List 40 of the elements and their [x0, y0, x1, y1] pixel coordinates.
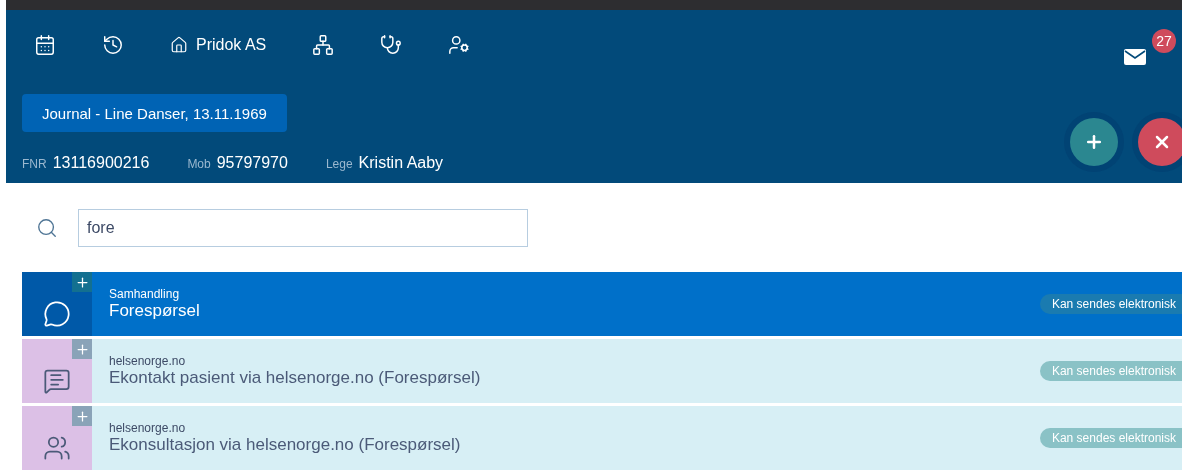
field-label: Mob: [187, 157, 211, 171]
close-button[interactable]: [1138, 118, 1182, 166]
people-icon: [43, 434, 71, 462]
calendar-icon: [34, 34, 56, 56]
search-field[interactable]: fore: [78, 208, 528, 247]
field-value: 95797970: [216, 154, 288, 171]
field-value: 13116900216: [52, 154, 150, 171]
stethoscope-icon: [380, 34, 403, 56]
chat-lines-icon: [43, 367, 71, 395]
user-gear-icon: [448, 34, 471, 56]
result-title: Ekonsultasjon via helsenorge.no (Forespørsel): [109, 435, 462, 455]
home-button[interactable]: Pridok AS: [158, 27, 279, 63]
field-label: FNR: [22, 157, 47, 171]
status-tag: Kan sendes elektronisk: [1039, 294, 1182, 314]
result-title: Ekontakt pasient via helsenorge.no (Forespørsel): [109, 368, 482, 388]
category-label: helsenorge.no: [109, 354, 187, 368]
field-value: Kristin Aaby: [358, 154, 444, 171]
plus-icon: [1084, 132, 1104, 152]
mail-icon[interactable]: [1124, 49, 1146, 65]
history-icon: [102, 34, 124, 56]
plus-icon: [74, 274, 90, 290]
result-row[interactable]: helsenorge.no Ekonsultasjon via helsenorge.no (Forespørsel) Kan sendes elektronisk: [22, 406, 1182, 470]
result-row[interactable]: helsenorge.no Ekontakt pasient via helsenorge.no (Forespørsel) Kan sendes elektronisk: [22, 339, 1182, 403]
house-icon: [170, 36, 188, 54]
speech-bubble-icon: [43, 300, 71, 328]
unread-count: 27: [1152, 29, 1176, 53]
category-label: Samhandling: [109, 287, 181, 301]
result-title: Forespørsel: [109, 301, 201, 321]
hierarchy-icon: [312, 34, 335, 56]
plus-icon: [74, 408, 90, 424]
result-row[interactable]: Samhandling Forespørsel Kan sendes elektronisk: [22, 272, 1182, 336]
field-label: Lege: [325, 157, 353, 171]
plus-icon: [74, 341, 90, 357]
add-button[interactable]: [1070, 118, 1118, 166]
status-tag: Kan sendes elektronisk: [1039, 428, 1182, 448]
category-label: helsenorge.no: [109, 421, 187, 435]
add-button[interactable]: [72, 272, 92, 292]
search-icon: [36, 216, 58, 239]
status-tag: Kan sendes elektronisk: [1039, 361, 1182, 381]
journal-tab[interactable]: Journal - Line Danser, 13.11.1969: [22, 94, 287, 132]
